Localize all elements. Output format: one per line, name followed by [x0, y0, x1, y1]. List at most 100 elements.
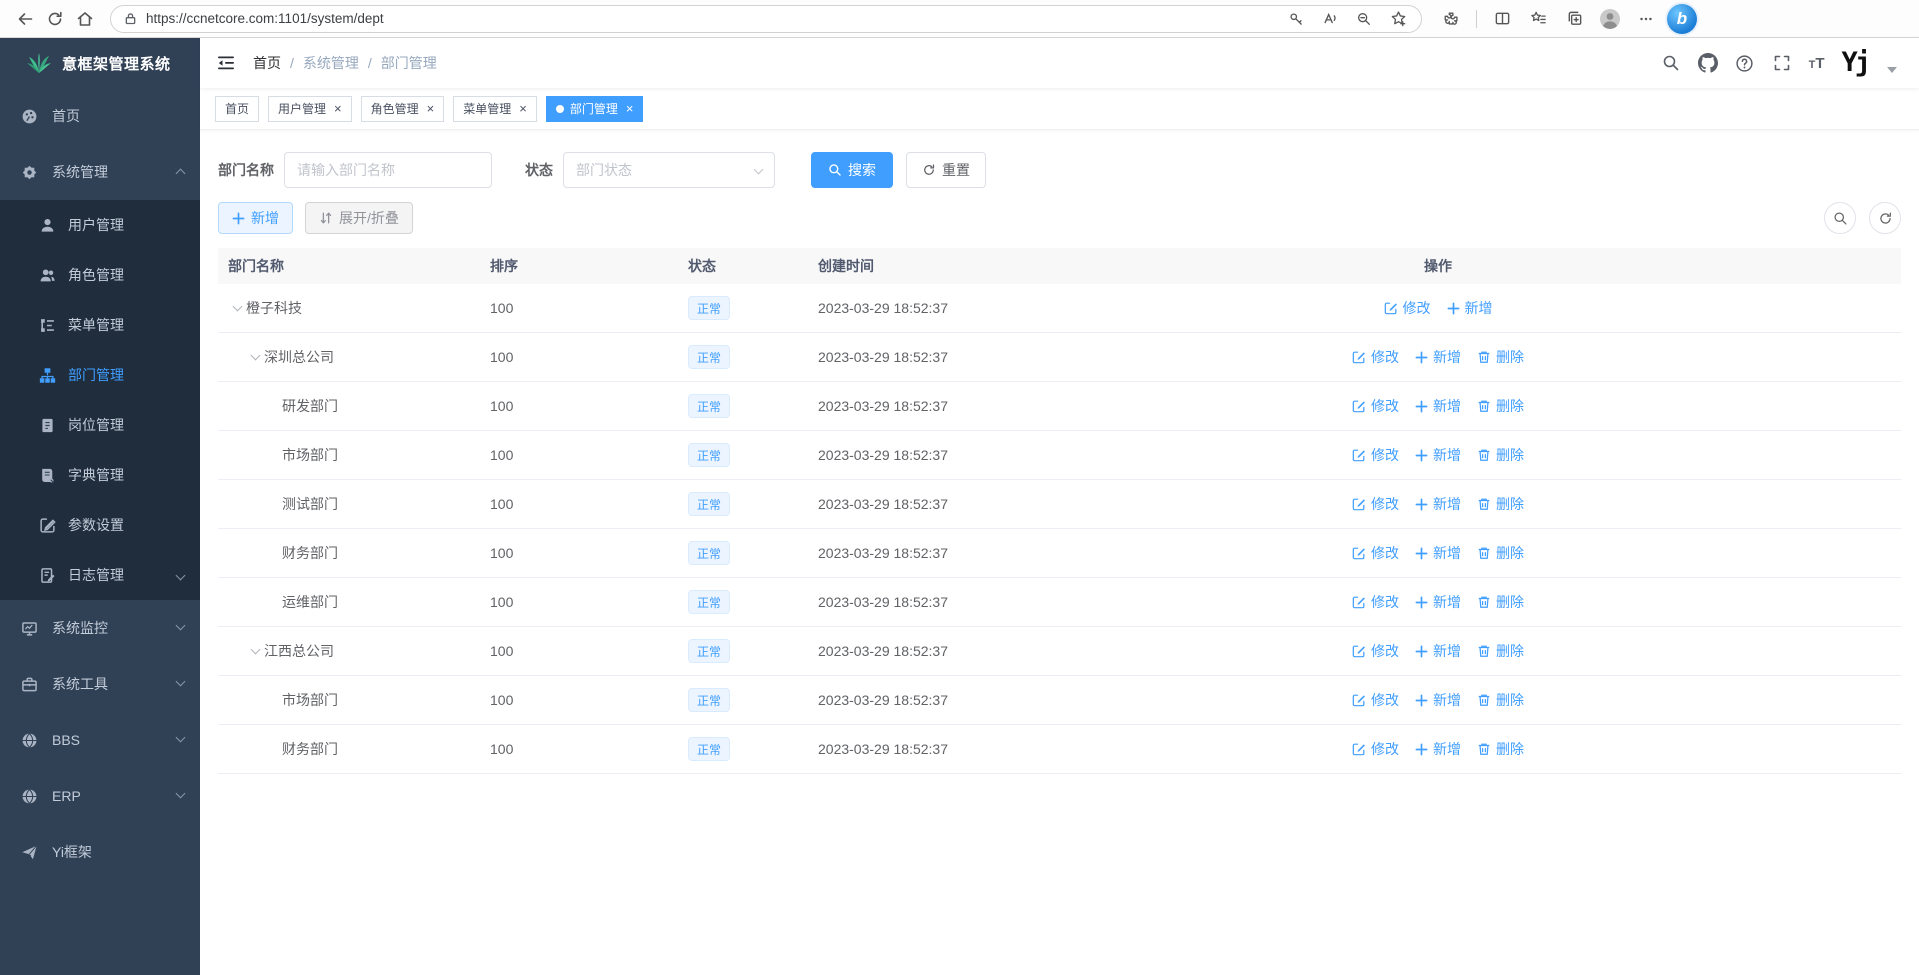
delete-action[interactable]: 删除 — [1477, 396, 1524, 416]
view-tab[interactable]: 菜单管理× — [453, 96, 537, 122]
edit-action[interactable]: 修改 — [1352, 543, 1399, 563]
add-action[interactable]: 新增 — [1415, 445, 1461, 465]
breadcrumb-item[interactable]: 首页 — [253, 53, 281, 73]
search-icon — [828, 163, 842, 177]
sidebar-item[interactable]: 岗位管理 — [0, 400, 200, 450]
view-tab[interactable]: 首页 — [215, 96, 259, 122]
more-menu-icon[interactable] — [1631, 4, 1661, 34]
add-action[interactable]: 新增 — [1415, 641, 1461, 661]
add-action[interactable]: 新增 — [1415, 592, 1461, 612]
sidebar-item[interactable]: ERP — [0, 768, 200, 824]
split-screen-icon[interactable] — [1487, 4, 1517, 34]
sidebar-item[interactable]: 用户管理 — [0, 200, 200, 250]
add-action[interactable]: 新增 — [1415, 347, 1461, 367]
fullscreen-icon[interactable] — [1772, 53, 1792, 73]
edit-action[interactable]: 修改 — [1352, 739, 1399, 759]
tab-close-icon[interactable]: × — [427, 102, 435, 115]
app-logo[interactable]: 意框架管理系统 — [0, 38, 200, 88]
add-action[interactable]: 新增 — [1415, 543, 1461, 563]
expand-collapse-button[interactable]: 展开/折叠 — [305, 202, 413, 234]
edit-action[interactable]: 修改 — [1352, 641, 1399, 661]
github-icon[interactable] — [1698, 53, 1718, 73]
status-select[interactable]: 部门状态 — [563, 152, 775, 188]
add-action[interactable]: 新增 — [1415, 739, 1461, 759]
browser-refresh-icon[interactable] — [40, 4, 70, 34]
password-key-icon[interactable] — [1281, 4, 1311, 34]
delete-action[interactable]: 删除 — [1477, 445, 1524, 465]
edit-action[interactable]: 修改 — [1352, 690, 1399, 710]
edit-action[interactable]: 修改 — [1384, 298, 1431, 318]
tab-close-icon[interactable]: × — [626, 102, 634, 115]
view-tab[interactable]: 角色管理× — [361, 96, 445, 122]
browser-back-icon[interactable] — [10, 4, 40, 34]
favorite-add-icon[interactable] — [1383, 4, 1413, 34]
delete-action[interactable]: 删除 — [1477, 641, 1524, 661]
add-action[interactable]: 新增 — [1415, 494, 1461, 514]
delete-action[interactable]: 删除 — [1477, 543, 1524, 563]
user-avatar[interactable]: Yj — [1841, 48, 1868, 78]
edit-action[interactable]: 修改 — [1352, 445, 1399, 465]
add-action[interactable]: 新增 — [1415, 690, 1461, 710]
browser-home-icon[interactable] — [70, 4, 100, 34]
url-text[interactable]: https://ccnetcore.com:1101/system/dept — [146, 11, 1281, 26]
reset-button[interactable]: 重置 — [906, 152, 986, 188]
add-action[interactable]: 新增 — [1447, 298, 1493, 318]
font-size-icon[interactable]: TT — [1809, 55, 1825, 72]
refresh-table-button[interactable] — [1869, 202, 1901, 234]
delete-action[interactable]: 删除 — [1477, 739, 1524, 759]
delete-action[interactable]: 删除 — [1477, 690, 1524, 710]
edit-action[interactable]: 修改 — [1352, 494, 1399, 514]
edit-action[interactable]: 修改 — [1352, 347, 1399, 367]
extensions-icon[interactable] — [1436, 4, 1466, 34]
breadcrumb-separator: / — [290, 55, 294, 71]
collections-icon[interactable] — [1559, 4, 1589, 34]
sidebar-item[interactable]: 角色管理 — [0, 250, 200, 300]
tab-close-icon[interactable]: × — [519, 102, 527, 115]
view-tab[interactable]: 部门管理× — [546, 96, 644, 122]
dept-name-input[interactable] — [284, 152, 492, 188]
profile-avatar-icon[interactable] — [1595, 4, 1625, 34]
favorites-bar-icon[interactable] — [1523, 4, 1553, 34]
add-action[interactable]: 新增 — [1415, 396, 1461, 416]
delete-action[interactable]: 删除 — [1477, 347, 1524, 367]
sidebar-item[interactable]: 首页 — [0, 88, 200, 144]
edit-action[interactable]: 修改 — [1352, 592, 1399, 612]
table-body: 橙子科技100正常2023-03-29 18:52:37修改新增深圳总公司100… — [218, 284, 1901, 774]
header-search-icon[interactable] — [1661, 53, 1681, 73]
avatar-caret-icon[interactable] — [1887, 67, 1897, 73]
delete-action[interactable]: 删除 — [1477, 592, 1524, 612]
sidebar-item[interactable]: 字典管理 — [0, 450, 200, 500]
bing-chat-icon[interactable]: b — [1667, 4, 1697, 34]
tree-expand-icon[interactable] — [246, 642, 264, 660]
sidebar-collapse-icon[interactable] — [215, 52, 237, 74]
tree-expand-icon[interactable] — [228, 299, 246, 317]
tree-expand-icon[interactable] — [246, 348, 264, 366]
read-aloud-icon[interactable] — [1315, 4, 1345, 34]
toggle-search-button[interactable] — [1824, 202, 1856, 234]
breadcrumb-separator: / — [368, 55, 372, 71]
sidebar-item[interactable]: BBS — [0, 712, 200, 768]
sidebar-item[interactable]: 日志管理 — [0, 550, 200, 600]
view-tab[interactable]: 用户管理 × — [268, 96, 352, 122]
action-label: 修改 — [1371, 445, 1399, 465]
edit-action[interactable]: 修改 — [1352, 396, 1399, 416]
app-title: 意框架管理系统 — [62, 53, 171, 74]
sidebar-item[interactable]: 系统监控 — [0, 600, 200, 656]
tab-label: 用户管理 — [278, 100, 326, 117]
sidebar-item[interactable]: 部门管理 — [0, 350, 200, 400]
search-button[interactable]: 搜索 — [811, 152, 893, 188]
address-bar[interactable]: https://ccnetcore.com:1101/system/dept — [110, 5, 1422, 33]
sidebar-item[interactable]: 菜单管理 — [0, 300, 200, 350]
action-label: 新增 — [1465, 298, 1493, 318]
sidebar-item[interactable]: 参数设置 — [0, 500, 200, 550]
zoom-out-icon[interactable] — [1349, 4, 1379, 34]
lock-icon[interactable] — [123, 11, 138, 26]
add-button[interactable]: 新增 — [218, 202, 293, 234]
help-icon[interactable] — [1735, 53, 1755, 73]
delete-action[interactable]: 删除 — [1477, 494, 1524, 514]
sidebar-item[interactable]: Yi框架 — [0, 824, 200, 880]
action-label: 删除 — [1496, 445, 1524, 465]
tab-close-icon[interactable]: × — [334, 102, 342, 115]
sidebar-item[interactable]: 系统管理 — [0, 144, 200, 200]
sidebar-item[interactable]: 系统工具 — [0, 656, 200, 712]
